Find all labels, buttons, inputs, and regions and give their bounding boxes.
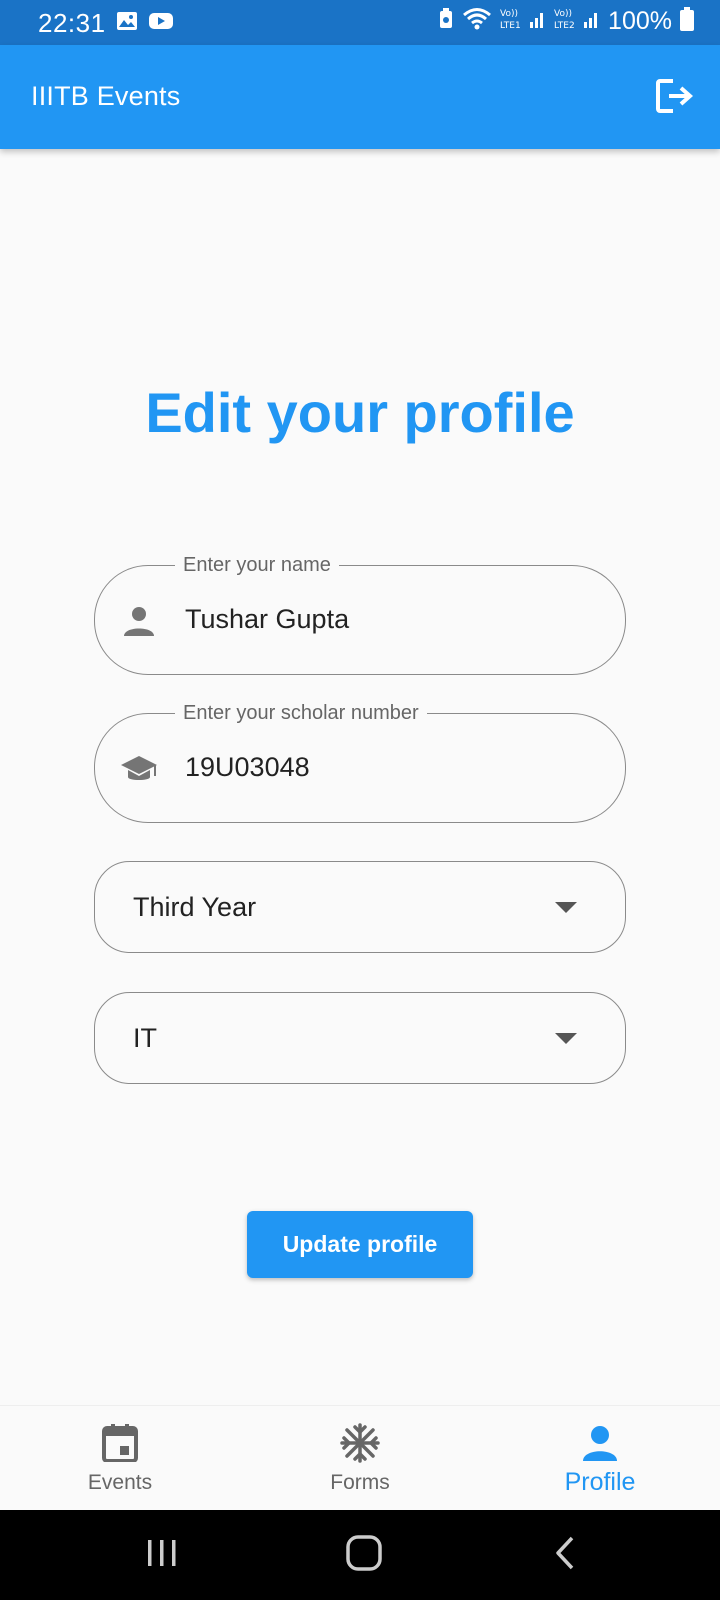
year-dropdown-value: Third Year: [133, 892, 257, 922]
year-dropdown[interactable]: Third Year: [94, 861, 626, 953]
app-title: IIITB Events: [31, 81, 181, 111]
svg-text:LTE2: LTE2: [554, 21, 575, 31]
nav-label-profile: Profile: [564, 1468, 636, 1496]
app-bar: IIITB Events: [0, 45, 720, 149]
name-field[interactable]: Enter your name: [94, 553, 626, 675]
nav-item-events[interactable]: Events: [20, 1406, 220, 1511]
battery-saver-icon: [438, 8, 454, 35]
svg-text:Vo)): Vo)): [554, 9, 572, 19]
signal-lte2-icon: Vo)) LTE2: [554, 6, 600, 37]
home-icon: [345, 1534, 383, 1577]
recent-apps-icon: [145, 1537, 179, 1574]
dropdown-arrow-icon: [555, 1033, 577, 1044]
wifi-icon: [462, 7, 492, 36]
battery-percent: 100%: [608, 7, 672, 35]
recent-apps-button[interactable]: [138, 1534, 186, 1576]
status-bar: 22:31 Vo)) LTE1 Vo)) LTE2 100%: [0, 0, 720, 45]
nav-label-forms: Forms: [330, 1471, 390, 1494]
name-input[interactable]: [185, 566, 605, 672]
logout-button[interactable]: [652, 75, 698, 121]
snowflake-icon: [340, 1423, 380, 1463]
status-notification-icons: [116, 11, 174, 36]
svg-text:Vo)): Vo)): [500, 9, 518, 19]
calendar-icon: [100, 1423, 140, 1463]
dropdown-arrow-icon: [555, 902, 577, 913]
branch-dropdown-value: IT: [133, 1023, 157, 1053]
page-title: Edit your profile: [145, 381, 575, 444]
nav-item-profile[interactable]: Profile: [500, 1406, 700, 1511]
scholar-number-input[interactable]: [185, 714, 605, 820]
youtube-icon: [148, 11, 174, 36]
person-icon: [119, 601, 159, 641]
nav-label-events: Events: [87, 1471, 153, 1494]
person-icon: [580, 1423, 620, 1463]
svg-text:LTE1: LTE1: [500, 21, 521, 31]
status-time: 22:31: [38, 8, 106, 38]
signal-lte1-icon: Vo)) LTE1: [500, 6, 546, 37]
battery-icon: [680, 7, 694, 36]
back-button[interactable]: [542, 1534, 590, 1576]
graduation-cap-icon: [119, 749, 159, 789]
back-icon: [553, 1535, 579, 1576]
scholar-number-field[interactable]: Enter your scholar number: [94, 701, 626, 823]
branch-dropdown[interactable]: IT: [94, 992, 626, 1084]
gallery-icon: [116, 11, 138, 36]
nav-item-forms[interactable]: Forms: [260, 1406, 460, 1511]
system-navigation-bar: [0, 1510, 720, 1600]
home-button[interactable]: [340, 1534, 388, 1576]
logout-icon: [655, 78, 695, 119]
status-system-icons: Vo)) LTE1 Vo)) LTE2 100%: [438, 6, 694, 37]
update-profile-button[interactable]: Update profile: [247, 1211, 473, 1278]
bottom-navigation: Events Forms Profile: [0, 1405, 720, 1511]
